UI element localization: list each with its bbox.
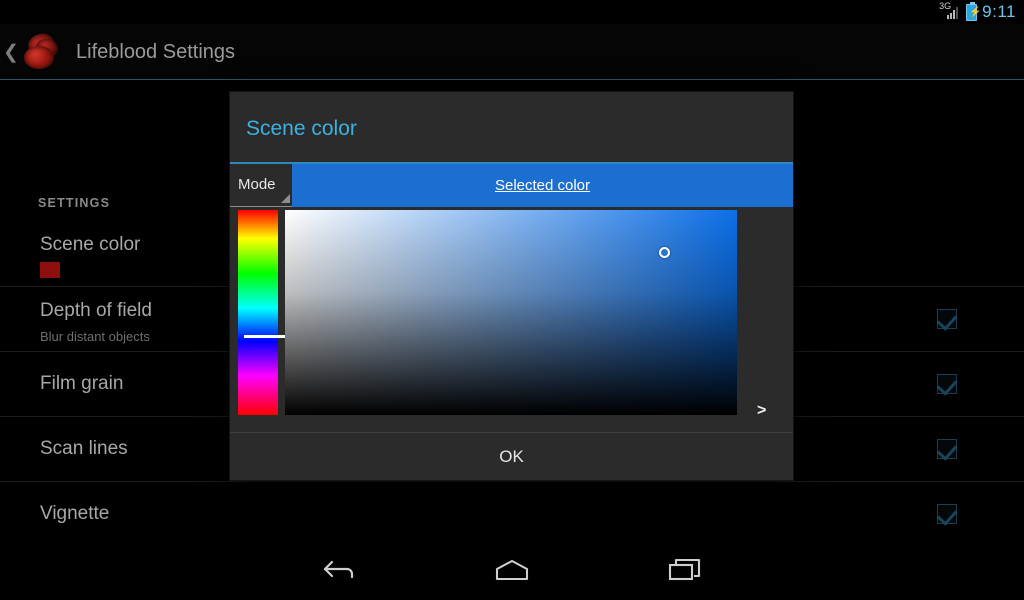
setting-title: Scan lines	[40, 438, 128, 459]
list-item[interactable]: Vignette	[0, 481, 1024, 546]
nav-back-icon[interactable]	[280, 540, 400, 600]
color-picker-area: >	[230, 207, 793, 419]
hue-slider-cursor[interactable]	[244, 335, 288, 338]
setting-checkbox[interactable]	[937, 504, 957, 524]
battery-charging-icon: ⚡	[966, 1, 982, 21]
signal-bars-icon: 3G	[939, 2, 961, 21]
setting-subtitle: Blur distant objects	[40, 329, 150, 344]
mode-spinner[interactable]: Mode	[230, 164, 292, 207]
setting-checkbox[interactable]	[937, 374, 957, 394]
clock-label: 9:11	[982, 2, 1016, 21]
ok-button-label: OK	[499, 446, 524, 466]
setting-checkbox[interactable]	[937, 309, 957, 329]
color-picker-dialog: Scene color Mode Selected color > OK	[230, 92, 793, 480]
action-bar: ❮ Lifeblood Settings	[0, 24, 1024, 80]
settings-section-header: SETTINGS	[38, 196, 111, 210]
nav-home-icon[interactable]	[452, 540, 572, 600]
setting-checkbox[interactable]	[937, 439, 957, 459]
page-title: Lifeblood Settings	[76, 40, 236, 63]
navigation-bar	[0, 540, 1024, 600]
setting-title: Vignette	[40, 503, 110, 524]
hue-slider[interactable]	[238, 210, 288, 415]
signal-strength-icon	[947, 6, 961, 19]
expand-chevron-icon[interactable]: >	[757, 403, 766, 419]
saturation-value-panel[interactable]	[285, 210, 737, 415]
saturation-value-cursor[interactable]	[659, 247, 670, 258]
blood-cells-icon[interactable]	[20, 30, 62, 73]
nav-recents-icon[interactable]	[625, 540, 745, 600]
mode-label: Mode	[238, 176, 276, 193]
setting-title: Depth of field	[40, 300, 152, 321]
selected-color-label: Selected color	[494, 177, 591, 194]
status-bar: 3G ⚡ 9:11	[0, 0, 1024, 24]
ok-button[interactable]: OK	[230, 433, 793, 480]
setting-title: Scene color	[40, 234, 141, 255]
dropdown-triangle-icon	[281, 194, 290, 203]
mode-row: Mode Selected color	[230, 164, 793, 207]
charging-bolt-icon: ⚡	[969, 6, 982, 18]
device-screen: 3G ⚡ 9:11 ❮ Lifeblood Settings SETTINGS …	[0, 0, 1024, 600]
dialog-title: Scene color	[246, 117, 357, 140]
selected-color-tab[interactable]: Selected color	[292, 164, 793, 207]
setting-title: Film grain	[40, 373, 124, 394]
color-swatch	[40, 262, 60, 278]
back-chevron-icon[interactable]: ❮	[2, 43, 20, 62]
